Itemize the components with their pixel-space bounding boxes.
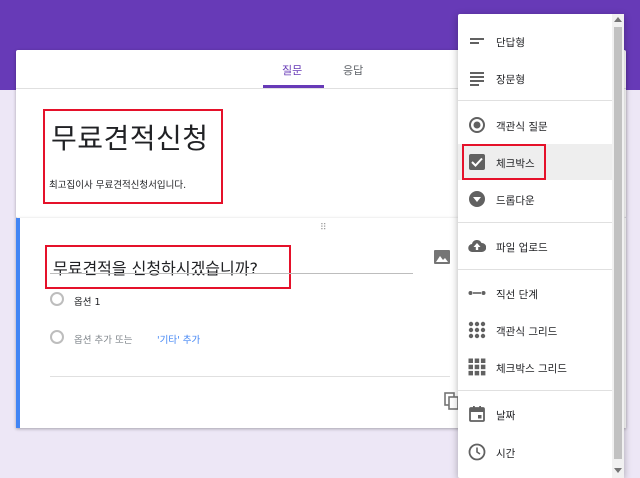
tab-questions[interactable]: 질문: [282, 62, 302, 78]
short-answer-icon: [470, 38, 484, 44]
option-radio[interactable]: [50, 292, 64, 306]
clock-icon: [468, 443, 486, 461]
add-option-link[interactable]: 옵션 추가 또는: [74, 332, 132, 346]
menu-separator: [458, 390, 612, 391]
image-icon[interactable]: [434, 250, 450, 264]
scroll-up-icon[interactable]: [614, 17, 622, 22]
question-type-menu[interactable]: 단답형 장문형 객관식 질문 체크박스 드롭다운 파일 업로드 직선 단계 객관…: [458, 14, 624, 478]
add-option-radio: [50, 330, 64, 344]
question-underline: [50, 273, 413, 274]
menu-item-multiple-choice[interactable]: 객관식 질문: [458, 107, 612, 143]
drag-handle-icon[interactable]: ⠿: [320, 223, 328, 233]
scroll-down-icon[interactable]: [614, 468, 622, 473]
menu-item-paragraph[interactable]: 장문형: [458, 60, 612, 96]
question-title[interactable]: 무료견적을 신청하시겠습니까?: [53, 255, 258, 279]
menu-item-label: 드롭다운: [496, 195, 535, 207]
paragraph-icon: [470, 72, 484, 86]
form-description[interactable]: 최고집이사 무료견적신청서입니다.: [49, 177, 186, 191]
menu-scrollbar[interactable]: [612, 14, 624, 478]
menu-item-label: 체크박스 그리드: [496, 363, 567, 375]
menu-separator: [458, 269, 612, 270]
calendar-icon: [469, 406, 485, 422]
menu-item-time[interactable]: 시간: [458, 434, 612, 470]
add-other-link[interactable]: '기타' 추가: [157, 332, 200, 346]
menu-item-linear-scale[interactable]: 직선 단계: [458, 275, 612, 311]
option-1-label[interactable]: 옵션 1: [74, 294, 101, 308]
form-title[interactable]: 무료견적신청: [51, 117, 209, 157]
radio-grid-icon: [468, 321, 486, 339]
title-highlight-box: 무료견적신청 최고집이사 무료견적신청서입니다.: [43, 109, 223, 204]
checkbox-grid-icon: [468, 358, 486, 376]
menu-item-label: 단답형: [496, 37, 525, 49]
radio-icon: [469, 117, 485, 133]
menu-item-label: 장문형: [496, 74, 525, 86]
menu-item-label: 객관식 질문: [496, 121, 548, 133]
menu-item-label: 시간: [496, 448, 516, 460]
menu-item-label: 객관식 그리드: [496, 326, 558, 338]
menu-separator: [458, 222, 612, 223]
tab-responses[interactable]: 응답: [343, 62, 363, 78]
menu-item-dropdown[interactable]: 드롭다운: [458, 181, 612, 217]
menu-item-label: 직선 단계: [496, 289, 538, 301]
upload-icon: [468, 239, 486, 253]
divider: [50, 376, 450, 377]
dropdown-icon: [469, 191, 485, 207]
menu-item-multiple-choice-grid[interactable]: 객관식 그리드: [458, 312, 612, 348]
menu-separator: [458, 100, 612, 101]
menu-item-checkbox-grid[interactable]: 체크박스 그리드: [458, 349, 612, 385]
linear-scale-icon: [468, 291, 486, 295]
checkbox-highlight-box: [462, 144, 546, 180]
menu-item-file-upload[interactable]: 파일 업로드: [458, 228, 612, 264]
menu-item-label: 파일 업로드: [496, 242, 548, 254]
menu-item-date[interactable]: 날짜: [458, 396, 612, 432]
menu-item-short-answer[interactable]: 단답형: [458, 23, 612, 59]
scroll-thumb[interactable]: [614, 27, 622, 459]
menu-item-label: 날짜: [496, 410, 516, 422]
question-highlight-box: 무료견적을 신청하시겠습니까?: [45, 245, 291, 289]
